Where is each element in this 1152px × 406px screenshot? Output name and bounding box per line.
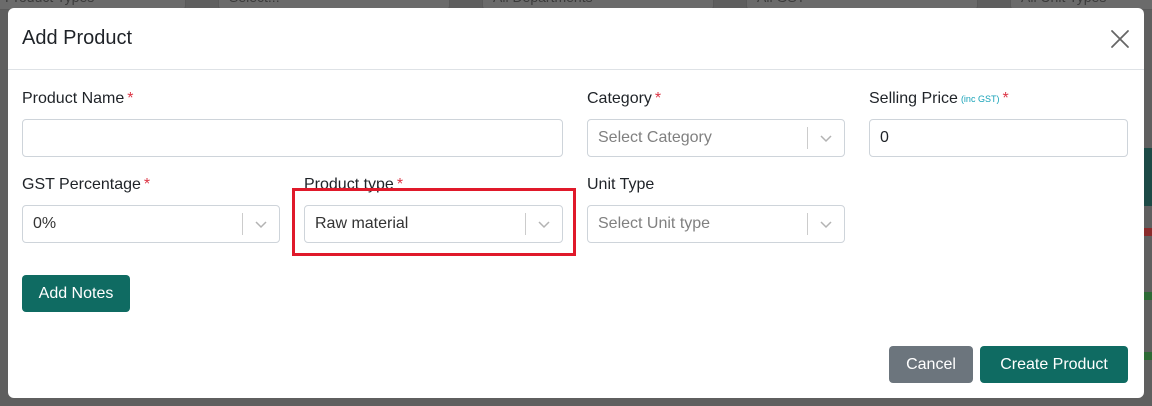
required-marker: * (1002, 90, 1009, 107)
category-placeholder: Select Category (598, 129, 712, 146)
product-name-label: Product Name * (22, 90, 134, 107)
cancel-button[interactable]: Cancel (889, 346, 973, 383)
close-button[interactable] (1108, 27, 1132, 51)
category-dropdown-toggle[interactable] (808, 120, 844, 156)
gst-percentage-label: GST Percentage * (22, 176, 151, 193)
chevron-down-icon (255, 221, 267, 229)
unit-type-dropdown-toggle[interactable] (808, 206, 844, 242)
add-notes-button[interactable]: Add Notes (22, 275, 130, 312)
unit-type-label: Unit Type (587, 176, 655, 193)
bg-row-tag (1144, 352, 1152, 360)
gst-percentage-select[interactable]: 0% (22, 205, 280, 243)
required-marker: * (143, 176, 151, 193)
gst-dropdown-toggle[interactable] (243, 206, 279, 242)
required-marker: * (654, 90, 662, 107)
close-icon (1111, 30, 1129, 48)
bg-table-header (1144, 148, 1152, 206)
modal-header: Add Product (8, 8, 1144, 70)
chevron-down-icon (820, 135, 832, 143)
bg-row-tag (1144, 292, 1152, 300)
product-name-input[interactable] (22, 119, 563, 157)
unit-type-select[interactable]: Select Unit type (587, 205, 845, 243)
gst-percentage-value: 0% (33, 215, 57, 232)
unit-type-placeholder: Select Unit type (598, 215, 711, 232)
selling-price-input[interactable] (869, 119, 1128, 157)
selling-price-label: Selling Price (inc GST) * (869, 90, 1009, 107)
modal-title: Add Product (22, 27, 133, 49)
category-label: Category * (587, 90, 662, 107)
chevron-down-icon (820, 221, 832, 229)
category-select[interactable]: Select Category (587, 119, 845, 157)
add-product-modal: Add Product Product Name * Category * Sele… (8, 8, 1144, 398)
bg-row-tag (1144, 228, 1152, 236)
required-marker: * (127, 90, 134, 107)
create-product-button[interactable]: Create Product (980, 346, 1128, 383)
inc-gst-note: (inc GST) (960, 94, 1000, 104)
highlight-box (292, 188, 576, 256)
